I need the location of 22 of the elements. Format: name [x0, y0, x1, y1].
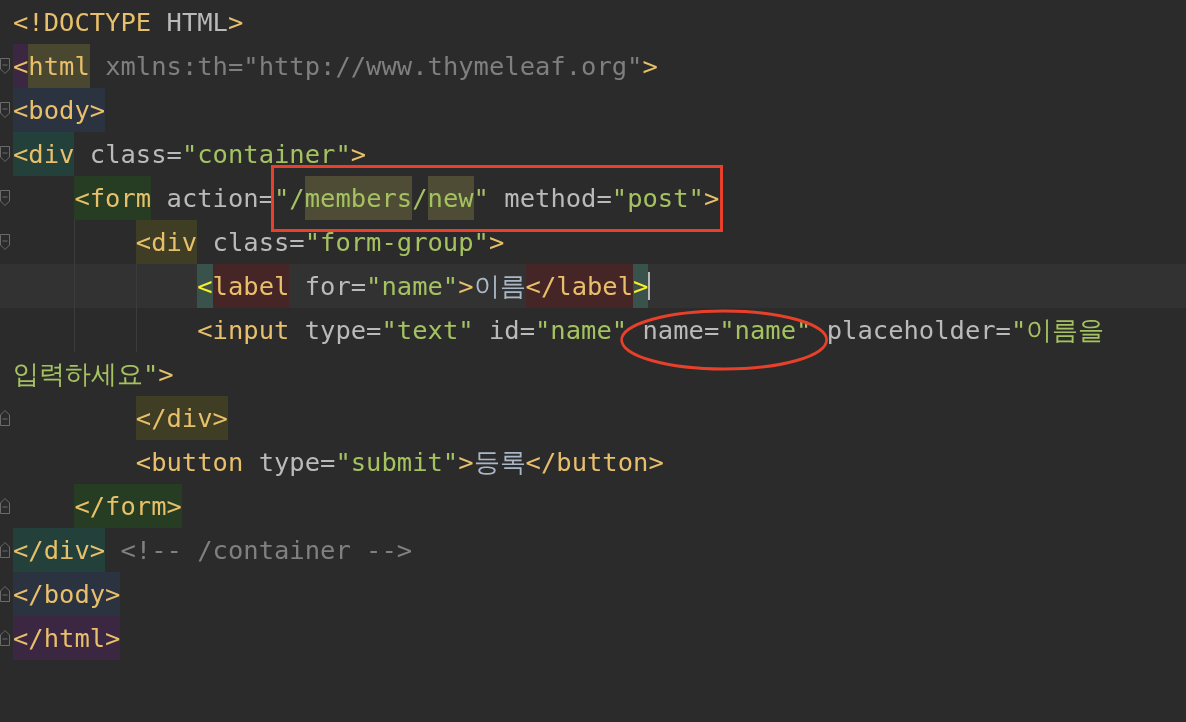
code-line: <form action="/members/new" method="post">	[13, 176, 720, 220]
code-line: <div class="form-group">	[13, 220, 505, 264]
code-line: <!DOCTYPE HTML>	[13, 6, 244, 39]
fold-marker-icon[interactable]	[0, 498, 10, 514]
code-line: <html xmlns:th="http://www.thymeleaf.org">	[13, 44, 658, 88]
code-line: <button type="submit">등록</button>	[134, 446, 664, 479]
text-cursor	[648, 272, 651, 300]
fold-marker-icon[interactable]	[0, 146, 10, 162]
fold-marker-icon[interactable]	[0, 586, 10, 602]
code-line: 입력하세요">	[13, 358, 174, 391]
code-line: <label for="name">이름</label>	[13, 264, 651, 308]
code-line: </div> <!-- /container -->	[13, 528, 413, 572]
fold-marker-icon[interactable]	[0, 190, 10, 206]
fold-marker-icon[interactable]	[0, 410, 10, 426]
fold-marker-icon[interactable]	[0, 542, 10, 558]
fold-marker-icon[interactable]	[0, 234, 10, 250]
fold-marker-icon[interactable]	[0, 58, 10, 74]
code-line: <input type="text" id="name" name="name" placeholder="이름을	[13, 308, 1105, 352]
fold-marker-icon[interactable]	[0, 102, 10, 118]
fold-marker-icon[interactable]	[0, 630, 10, 646]
code-line: </div>	[13, 396, 228, 440]
code-line: <div class="container">	[13, 132, 367, 176]
